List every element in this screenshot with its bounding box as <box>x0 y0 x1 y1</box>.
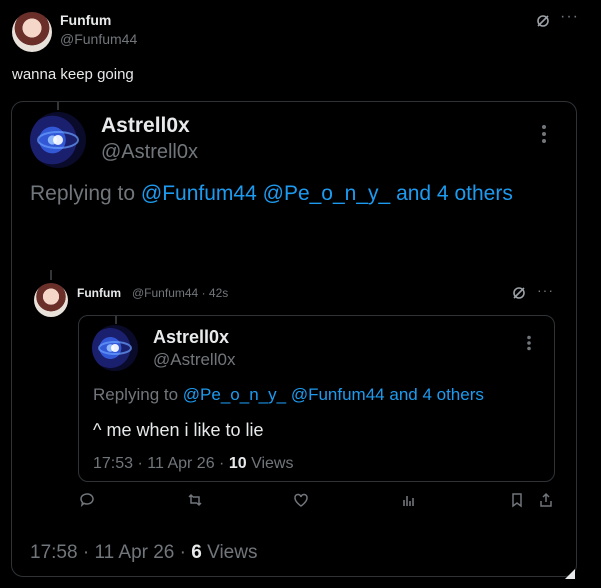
author-name[interactable]: Astrell0x <box>153 327 229 348</box>
replying-to: Replying to @Funfum44 @Pe_o_n_y_ and 4 o… <box>30 182 513 205</box>
author-name[interactable]: Astrell0x <box>101 114 190 138</box>
avatar[interactable] <box>12 12 52 52</box>
grok-icon[interactable] <box>512 286 526 305</box>
timestamp[interactable]: 17:53 <box>93 455 133 472</box>
author-handle[interactable]: @Astrell0x <box>153 350 235 370</box>
retweet-icon[interactable] <box>187 492 203 513</box>
author-name[interactable]: Funfum <box>77 286 121 300</box>
avatar[interactable] <box>30 112 86 168</box>
resize-handle-icon[interactable] <box>565 566 575 579</box>
author-handle[interactable]: @Funfum44 <box>60 31 137 47</box>
timestamp[interactable]: 17:58 <box>30 542 78 563</box>
bookmark-icon[interactable] <box>509 492 525 513</box>
tweet-text: wanna keep going <box>12 66 134 83</box>
avatar[interactable] <box>34 283 68 317</box>
mention-link[interactable]: @Pe_o_n_y_ <box>263 182 391 205</box>
author-handle[interactable]: @Astrell0x <box>101 141 198 164</box>
replying-to: Replying to @Pe_o_n_y_ @Funfum44 and 4 o… <box>93 385 484 404</box>
mention-link[interactable]: @Funfum44 <box>141 182 257 205</box>
tweet-meta: 17:53 · 11 Apr 26 · 10 Views <box>93 455 294 472</box>
more-icon[interactable] <box>541 124 547 149</box>
avatar[interactable] <box>92 325 138 371</box>
reply-icon[interactable] <box>79 492 95 513</box>
author-name[interactable]: Funfum <box>60 12 111 28</box>
mention-link[interactable]: @Funfum44 <box>291 385 385 404</box>
mention-link[interactable]: @Pe_o_n_y_ <box>183 385 286 404</box>
timestamp[interactable]: 42s <box>209 286 228 300</box>
tweet-meta: 17:58 · 11 Apr 26 · 6 Views <box>30 542 258 563</box>
tweet-text: ^ me when i like to lie <box>93 420 264 440</box>
author-handle[interactable]: @Funfum44 <box>132 286 198 300</box>
thread-line <box>115 316 117 324</box>
views-count: 6 <box>191 542 202 563</box>
more-icon[interactable]: ··· <box>537 282 554 298</box>
grok-icon[interactable] <box>536 14 550 33</box>
tweet-meta: @Funfum44 · 42s <box>132 286 229 300</box>
share-icon[interactable] <box>538 492 554 513</box>
others-link[interactable]: and 4 others <box>389 385 484 404</box>
others-link[interactable]: and 4 others <box>396 182 513 205</box>
more-icon[interactable] <box>526 335 532 356</box>
like-icon[interactable] <box>293 492 309 513</box>
views-count: 10 <box>228 455 247 472</box>
thread-line <box>50 270 52 280</box>
more-icon[interactable]: ··· <box>560 8 579 26</box>
views-icon[interactable] <box>401 492 417 513</box>
thread-line <box>57 102 59 110</box>
